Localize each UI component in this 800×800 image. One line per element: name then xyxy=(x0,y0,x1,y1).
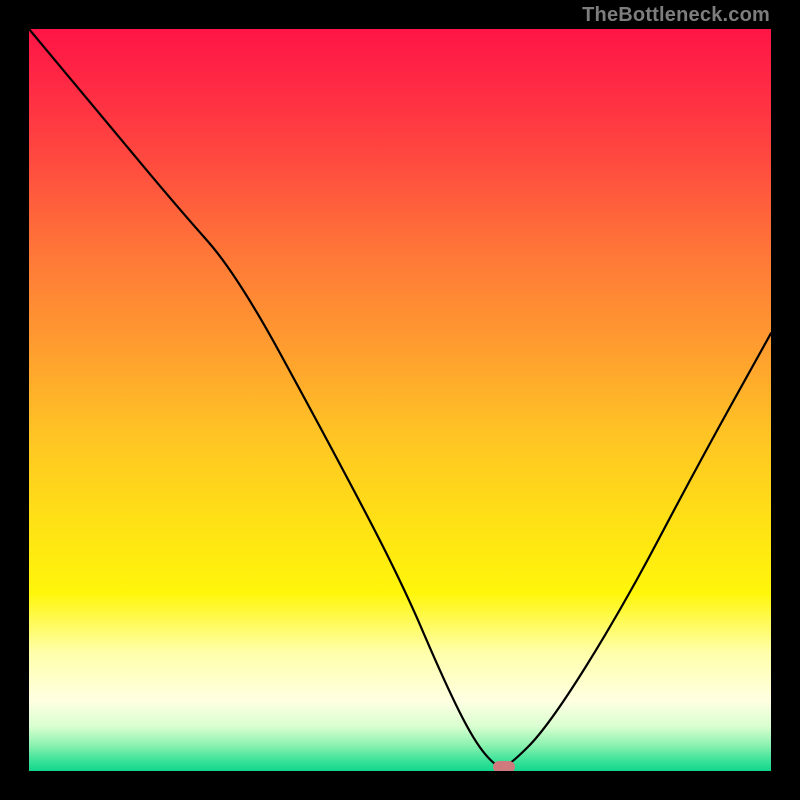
optimal-marker xyxy=(493,761,515,771)
plot-area xyxy=(29,29,771,771)
bottleneck-curve xyxy=(29,29,771,767)
curve-layer xyxy=(29,29,771,771)
chart-frame: TheBottleneck.com xyxy=(0,0,800,800)
watermark-text: TheBottleneck.com xyxy=(582,4,770,27)
